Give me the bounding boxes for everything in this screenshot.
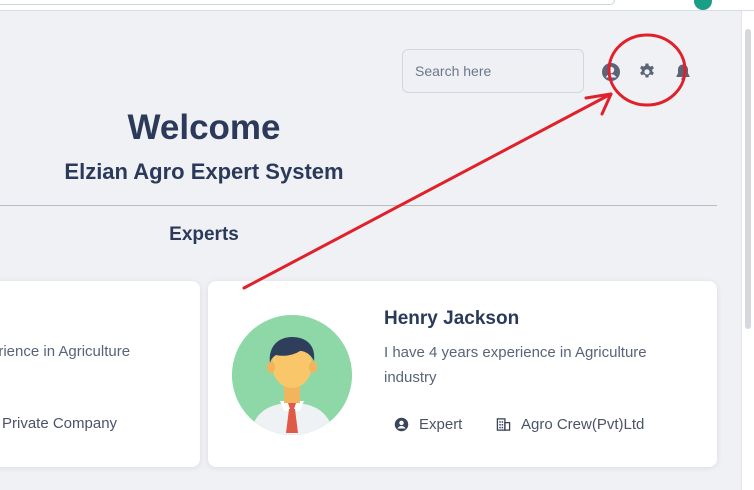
experts-heading: Experts — [169, 224, 239, 245]
bell-icon[interactable] — [673, 62, 693, 82]
expert-card[interactable]: erience in Agriculture Private Company — [0, 281, 200, 467]
section-divider — [0, 205, 717, 206]
expert-role: Expert — [394, 416, 462, 433]
expert-description-line1: I have 4 years experience in Agriculture — [384, 344, 647, 361]
browser-top-strip — [0, 0, 754, 11]
browser-extension-icon[interactable] — [694, 0, 712, 10]
user-circle-icon[interactable] — [601, 62, 621, 82]
annotation-arrow-head — [584, 92, 613, 116]
expert-card[interactable]: Henry Jackson I have 4 years experience … — [208, 281, 717, 467]
page-subtitle: Elzian Agro Expert System — [64, 159, 344, 184]
search-input[interactable] — [402, 49, 584, 93]
expert-description-line2: industry — [384, 369, 437, 386]
vertical-scrollbar[interactable] — [741, 11, 754, 490]
expert-name: Henry Jackson — [384, 308, 520, 329]
user-circle-icon — [394, 417, 409, 432]
scrollbar-thumb[interactable] — [745, 29, 751, 329]
expert-company: Agro Crew(Pvt)Ltd — [496, 416, 644, 433]
avatar — [232, 315, 352, 435]
expert-role-label: Expert — [419, 416, 463, 433]
gear-icon[interactable] — [637, 62, 657, 82]
building-icon — [496, 418, 511, 431]
expert-description: erience in Agriculture — [0, 343, 131, 360]
expert-company-label: Agro Crew(Pvt)Ltd — [521, 416, 645, 433]
page-title: Welcome — [127, 108, 281, 147]
expert-company: Private Company — [2, 415, 117, 432]
browser-address-bar[interactable] — [0, 0, 615, 5]
expert-company-label: Private Company — [2, 415, 118, 432]
